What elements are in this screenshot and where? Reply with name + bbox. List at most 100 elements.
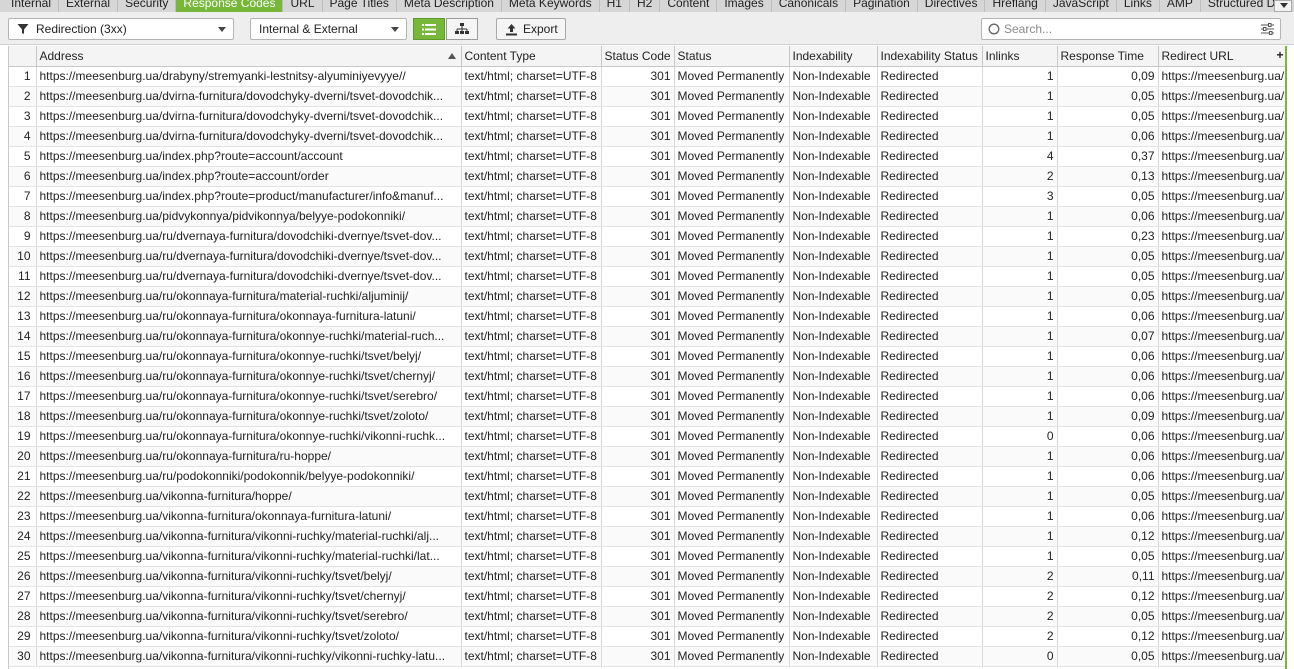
table-row[interactable]: 16 https://meesenburg.ua/ru/okonnaya-furn… — [9, 366, 1285, 387]
tab-javascript[interactable]: JavaScript — [1046, 0, 1117, 12]
tab-images[interactable]: Images — [717, 0, 772, 12]
column-header-content-type[interactable]: Content Type — [461, 46, 602, 67]
filter-dropdown[interactable]: Redirection (3xx) — [8, 18, 234, 40]
cell-inlinks: 1 — [982, 86, 1058, 107]
cell-response-time: 0,13 — [1057, 166, 1159, 187]
tab-amp[interactable]: AMP — [1160, 0, 1201, 12]
table-row[interactable]: 5 https://meesenburg.ua/index.php?route=a… — [9, 146, 1285, 167]
tab-response-codes[interactable]: Response Codes — [176, 0, 284, 12]
table-row[interactable]: 28 https://meesenburg.ua/vikonna-furnitur… — [9, 606, 1285, 627]
cell-inlinks: 1 — [982, 466, 1058, 487]
tab-content[interactable]: Content — [660, 0, 718, 12]
table-row[interactable]: 23 https://meesenburg.ua/vikonna-furnitur… — [9, 506, 1285, 527]
search-input[interactable] — [1004, 21, 1254, 37]
table-row[interactable]: 13 https://meesenburg.ua/ru/okonnaya-furn… — [9, 306, 1285, 327]
cell-status: Moved Permanently — [674, 186, 790, 207]
column-header-status[interactable]: Status — [674, 46, 790, 67]
more-tabs-button[interactable] — [1274, 0, 1292, 12]
tab-links[interactable]: Links — [1117, 0, 1160, 12]
table-row[interactable]: 11 https://meesenburg.ua/ru/dvernaya-furn… — [9, 266, 1285, 287]
cell-redirect-url: https://meesenburg.ua/ — [1158, 346, 1285, 367]
cell-redirect-url: https://meesenburg.ua/ — [1158, 386, 1285, 407]
tab-hreflang[interactable]: Hreflang — [985, 0, 1046, 12]
cell-content-type: text/html; charset=UTF-8 — [461, 66, 602, 87]
cell-status: Moved Permanently — [674, 346, 790, 367]
tab-directives[interactable]: Directives — [918, 0, 986, 12]
cell-redirect-url: https://meesenburg.ua/ — [1158, 566, 1285, 587]
cell-address: https://meesenburg.ua/index.php?route=pr… — [36, 186, 462, 207]
tab-internal[interactable]: Internal — [4, 0, 60, 12]
tab-external[interactable]: External — [59, 0, 119, 12]
table-row[interactable]: 4 https://meesenburg.ua/dvirna-furnitura/… — [9, 126, 1285, 147]
column-header-label: Content Type — [464, 48, 536, 63]
cell-content-type: text/html; charset=UTF-8 — [461, 366, 602, 387]
add-column-button[interactable]: + — [1276, 48, 1283, 62]
table-row[interactable]: 15 https://meesenburg.ua/ru/okonnaya-furn… — [9, 346, 1285, 367]
cell-response-time: 0,05 — [1057, 286, 1159, 307]
tab-h1[interactable]: H1 — [600, 0, 630, 12]
cell-response-time: 0,06 — [1057, 386, 1159, 407]
cell-response-time: 0,05 — [1057, 106, 1159, 127]
tab-page-titles[interactable]: Page Titles — [323, 0, 397, 12]
cell-inlinks: 2 — [982, 606, 1058, 627]
cell-address: https://meesenburg.ua/index.php?route=ac… — [36, 146, 462, 167]
table-row[interactable]: 30 https://meesenburg.ua/vikonna-furnitur… — [9, 646, 1285, 667]
table-row[interactable]: 25 https://meesenburg.ua/vikonna-furnitur… — [9, 546, 1285, 567]
table-row[interactable]: 12 https://meesenburg.ua/ru/okonnaya-furn… — [9, 286, 1285, 307]
tree-view-button[interactable] — [446, 18, 478, 40]
cell-indexability-status: Redirected — [877, 126, 983, 147]
table-row[interactable]: 22 https://meesenburg.ua/vikonna-furnitur… — [9, 486, 1285, 507]
cell-inlinks: 1 — [982, 366, 1058, 387]
table-row[interactable]: 20 https://meesenburg.ua/ru/okonnaya-furn… — [9, 446, 1285, 467]
table-row[interactable]: 7 https://meesenburg.ua/index.php?route=p… — [9, 186, 1285, 207]
column-header-response-time[interactable]: Response Time — [1057, 46, 1159, 67]
tab-meta-description[interactable]: Meta Description — [397, 0, 502, 12]
table-row[interactable]: 1 https://meesenburg.ua/drabyny/stremyank… — [9, 66, 1285, 87]
column-header-indexability-status[interactable]: Indexability Status — [877, 46, 983, 67]
cell-response-time: 0,05 — [1057, 546, 1159, 567]
export-button[interactable]: Export — [496, 18, 566, 40]
table-row[interactable]: 3 https://meesenburg.ua/dvirna-furnitura/… — [9, 106, 1285, 127]
cell-inlinks: 1 — [982, 506, 1058, 527]
column-header-indexability[interactable]: Indexability — [789, 46, 878, 67]
tab-url[interactable]: URL — [283, 0, 323, 12]
tab-canonicals[interactable]: Canonicals — [772, 0, 847, 12]
tab-security[interactable]: Security — [118, 0, 177, 12]
scope-dropdown[interactable]: Internal & External — [250, 18, 407, 40]
table-row[interactable]: 14 https://meesenburg.ua/ru/okonnaya-furn… — [9, 326, 1285, 347]
table-row[interactable]: 18 https://meesenburg.ua/ru/okonnaya-furn… — [9, 406, 1285, 427]
tab-meta-keywords[interactable]: Meta Keywords — [502, 0, 600, 12]
tab-pagination[interactable]: Pagination — [846, 0, 918, 12]
column-header-address[interactable]: Address — [36, 46, 462, 67]
cell-indexability: Non-Indexable — [789, 646, 878, 667]
table-row[interactable]: 29 https://meesenburg.ua/vikonna-furnitur… — [9, 626, 1285, 647]
cell-status: Moved Permanently — [674, 126, 790, 147]
cell-status: Moved Permanently — [674, 106, 790, 127]
table-row[interactable]: 10 https://meesenburg.ua/ru/dvernaya-furn… — [9, 246, 1285, 267]
column-header-row-number[interactable] — [9, 46, 37, 67]
list-view-button[interactable] — [413, 18, 445, 40]
cell-redirect-url: https://meesenburg.ua/ — [1158, 526, 1285, 547]
cell-row-number: 24 — [9, 526, 37, 547]
table-row[interactable]: 19 https://meesenburg.ua/ru/okonnaya-furn… — [9, 426, 1285, 447]
table-row[interactable]: 17 https://meesenburg.ua/ru/okonnaya-furn… — [9, 386, 1285, 407]
column-header-inlinks[interactable]: Inlinks — [982, 46, 1058, 67]
table-row[interactable]: 21 https://meesenburg.ua/ru/podokonniki/p… — [9, 466, 1285, 487]
cell-indexability-status: Redirected — [877, 406, 983, 427]
table-row[interactable]: 27 https://meesenburg.ua/vikonna-furnitur… — [9, 586, 1285, 607]
tab-h2[interactable]: H2 — [630, 0, 661, 12]
table-row[interactable]: 8 https://meesenburg.ua/pidvykonnya/pidvi… — [9, 206, 1285, 227]
table-row[interactable]: 2 https://meesenburg.ua/dvirna-furnitura/… — [9, 86, 1285, 107]
table-row[interactable]: 6 https://meesenburg.ua/index.php?route=a… — [9, 166, 1285, 187]
table-row[interactable]: 24 https://meesenburg.ua/vikonna-furnitur… — [9, 526, 1285, 547]
cell-indexability-status: Redirected — [877, 266, 983, 287]
table-row[interactable]: 9 https://meesenburg.ua/ru/dvernaya-furni… — [9, 226, 1285, 247]
table-row[interactable]: 26 https://meesenburg.ua/vikonna-furnitur… — [9, 566, 1285, 587]
column-header-status-code[interactable]: Status Code — [601, 46, 675, 67]
search-options-icon[interactable] — [1261, 23, 1274, 38]
cell-address: https://meesenburg.ua/vikonna-furnitura/… — [36, 586, 462, 607]
column-header-redirect-url[interactable]: Redirect URL + — [1158, 46, 1285, 67]
cell-indexability-status: Redirected — [877, 346, 983, 367]
cell-redirect-url: https://meesenburg.ua/ — [1158, 106, 1285, 127]
tab-bar: Internal External Security Response Codes UR… — [0, 0, 1294, 12]
